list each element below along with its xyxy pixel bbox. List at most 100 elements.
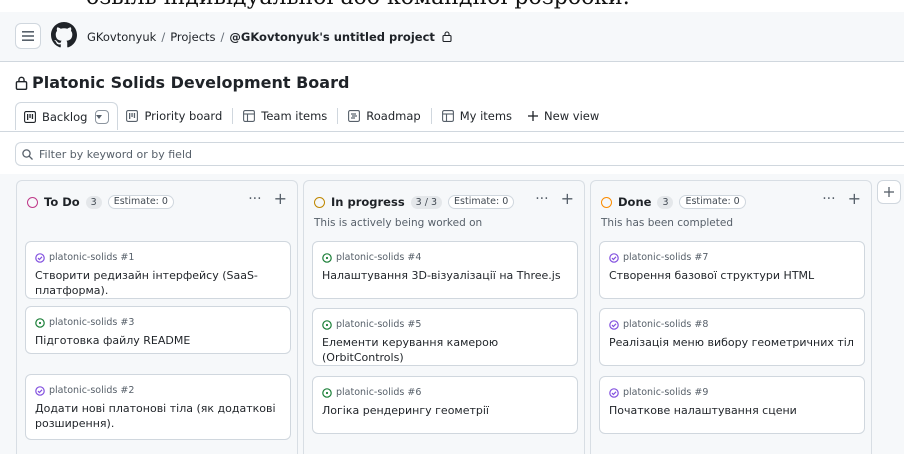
table-icon	[441, 110, 454, 122]
tab-label: Priority board	[144, 109, 223, 123]
column-header: Done 3 Estimate: 0	[601, 195, 746, 209]
triangle-down-icon	[96, 114, 103, 119]
tab-label: Backlog	[42, 109, 88, 124]
card-meta: platonic-solids #8	[609, 319, 708, 330]
breadcrumb-project[interactable]: @GKovtonyuk's untitled project	[229, 30, 434, 44]
issue-title[interactable]: Створити редизайн інтерфейсу (SaaS-платф…	[35, 268, 280, 298]
issue-card[interactable]: platonic-solids #8 Реалізація меню вибор…	[599, 308, 865, 366]
tab-divider	[337, 108, 339, 124]
tab-label: My items	[459, 109, 513, 123]
add-column-button[interactable]	[877, 180, 901, 204]
estimate-badge: Estimate: 0	[679, 195, 746, 209]
card-meta: platonic-solids #5	[322, 319, 421, 330]
card-meta: platonic-solids #2	[35, 385, 134, 396]
issue-card[interactable]: platonic-solids #6 Логіка рендерингу гео…	[312, 376, 578, 434]
add-item-button[interactable]: +	[561, 191, 574, 207]
filter-input[interactable]: Filter by keyword or by field	[15, 142, 904, 166]
issue-card[interactable]: platonic-solids #5 Елементи керування ка…	[312, 308, 578, 366]
estimate-badge: Estimate: 0	[107, 195, 174, 209]
column-name: To Do	[44, 195, 80, 209]
issue-open-icon	[322, 252, 332, 263]
issue-ref[interactable]: platonic-solids #2	[49, 385, 134, 396]
item-count-badge: 3 / 3	[410, 195, 443, 209]
view-options-dropdown[interactable]	[95, 109, 110, 124]
board-icon	[24, 110, 36, 123]
lock-icon	[441, 31, 452, 43]
breadcrumb-owner[interactable]: GKovtonyuk	[87, 30, 156, 44]
column-in-progress: In progress 3 / 3 Estimate: 0 ··· + This…	[303, 180, 585, 454]
issue-closed-icon	[609, 387, 619, 398]
cropped-page-text: озвіль індивідуальної або командної розр…	[0, 0, 904, 12]
column-actions: ··· +	[535, 191, 574, 208]
issue-open-icon	[322, 387, 332, 398]
card-meta: platonic-solids #3	[35, 317, 134, 328]
issue-open-icon	[35, 317, 45, 328]
issue-ref[interactable]: platonic-solids #4	[336, 252, 421, 263]
issue-card[interactable]: platonic-solids #2 Додати нові платонові…	[25, 374, 291, 440]
issue-ref[interactable]: platonic-solids #1	[49, 252, 134, 263]
issue-card[interactable]: platonic-solids #7 Створення базової стр…	[599, 241, 865, 299]
new-view-button[interactable]: New view	[520, 102, 607, 130]
issue-card[interactable]: platonic-solids #9 Початкове налаштуванн…	[599, 376, 865, 434]
issue-title[interactable]: Створення базової структури HTML	[609, 268, 854, 283]
tab-roadmap[interactable]: Roadmap	[340, 102, 428, 130]
issue-ref[interactable]: platonic-solids #5	[336, 319, 421, 330]
column-done: Done 3 Estimate: 0 ··· + This has been c…	[590, 180, 872, 454]
issue-ref[interactable]: platonic-solids #9	[623, 387, 708, 398]
issue-ref[interactable]: platonic-solids #7	[623, 252, 708, 263]
app-header: GKovtonyuk / Projects / @GKovtonyuk's untitl…	[0, 12, 904, 62]
column-description: This is actively being worked on	[314, 217, 483, 229]
column-actions: ··· +	[248, 191, 287, 208]
tab-label: Team items	[261, 109, 328, 123]
issue-closed-icon	[609, 319, 619, 330]
column-header: To Do 3 Estimate: 0	[27, 195, 174, 209]
issue-closed-icon	[35, 385, 45, 396]
tab-divider	[232, 108, 234, 124]
tab-label: New view	[544, 109, 600, 123]
issue-ref[interactable]: platonic-solids #6	[336, 387, 421, 398]
kebab-menu-icon[interactable]: ···	[822, 191, 835, 207]
card-meta: platonic-solids #1	[35, 252, 134, 263]
issue-title[interactable]: Логіка рендерингу геометрії	[322, 403, 567, 418]
lock-icon	[15, 76, 28, 90]
plus-icon	[528, 111, 539, 121]
tab-team-items[interactable]: Team items	[235, 102, 335, 130]
issue-card[interactable]: platonic-solids #3 Підготовка файлу READ…	[25, 306, 291, 354]
menu-button[interactable]	[15, 23, 41, 49]
add-item-button[interactable]: +	[274, 191, 287, 207]
issue-title[interactable]: Підготовка файлу README	[35, 333, 280, 348]
breadcrumb-projects[interactable]: Projects	[170, 30, 215, 44]
column-description: This has been completed	[601, 217, 733, 229]
issue-title[interactable]: Реалізація меню вибору геометричних тіл	[609, 335, 854, 350]
item-count-badge: 3	[657, 195, 674, 209]
tab-divider	[430, 108, 432, 124]
tab-priority-board[interactable]: Priority board	[118, 102, 230, 130]
issue-closed-icon	[35, 252, 45, 263]
column-todo: To Do 3 Estimate: 0 ··· + platonic-solid…	[16, 180, 298, 454]
card-meta: platonic-solids #7	[609, 252, 708, 263]
table-icon	[243, 110, 256, 122]
issue-title[interactable]: Елементи керування камерою (OrbitControl…	[322, 335, 567, 365]
kebab-menu-icon[interactable]: ···	[535, 191, 548, 207]
issue-title[interactable]: Додати нові платонові тіла (як додаткові…	[35, 401, 280, 431]
tab-backlog[interactable]: Backlog	[15, 102, 119, 130]
kebab-menu-icon[interactable]: ···	[248, 191, 261, 207]
item-count-badge: 3	[85, 195, 102, 209]
issue-ref[interactable]: platonic-solids #8	[623, 319, 708, 330]
column-actions: ··· +	[822, 191, 861, 208]
tab-label: Roadmap	[366, 109, 421, 123]
plus-icon	[884, 187, 894, 197]
issue-card[interactable]: platonic-solids #4 Налаштування 3D-візуа…	[312, 241, 578, 299]
issue-title[interactable]: Початкове налаштування сцени	[609, 403, 854, 418]
add-item-button[interactable]: +	[848, 191, 861, 207]
board-title-text: Platonic Solids Development Board	[32, 73, 350, 92]
filter-placeholder: Filter by keyword or by field	[39, 147, 192, 161]
status-circle-icon	[314, 196, 325, 208]
issue-title[interactable]: Налаштування 3D-візуалізації на Three.js	[322, 268, 567, 283]
tab-my-items[interactable]: My items	[434, 102, 520, 130]
issue-ref[interactable]: platonic-solids #3	[49, 317, 134, 328]
tabs-underline	[0, 131, 904, 132]
column-name: Done	[618, 195, 652, 209]
github-logo-icon[interactable]	[51, 22, 77, 48]
issue-card[interactable]: platonic-solids #1 Створити редизайн інт…	[25, 241, 291, 299]
